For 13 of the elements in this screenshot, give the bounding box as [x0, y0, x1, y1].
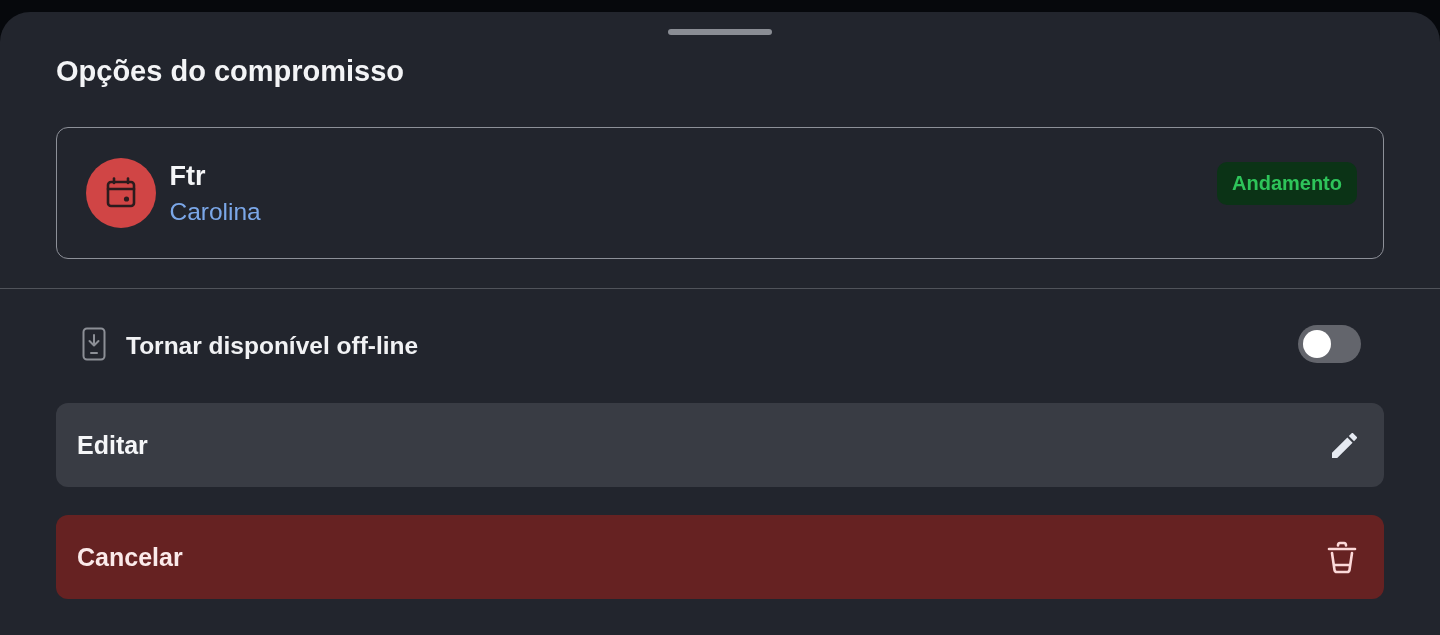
sheet-title: Opções do compromisso [56, 54, 405, 88]
pencil-icon [1332, 432, 1357, 458]
trash-icon [1327, 540, 1357, 574]
appointment-person: Carolina [169, 198, 261, 226]
calendar-icon [85, 158, 156, 228]
status-badge: Andamento [1217, 161, 1357, 205]
drag-handle[interactable] [668, 29, 772, 35]
offline-label: Tornar disponível off-line [126, 332, 420, 360]
edit-button[interactable]: Editar [56, 403, 1384, 487]
appointment-title: Ftr [169, 160, 206, 192]
phone-download-icon [82, 327, 106, 361]
offline-switch[interactable] [1298, 325, 1361, 363]
cancel-button[interactable]: Cancelar [56, 515, 1384, 599]
